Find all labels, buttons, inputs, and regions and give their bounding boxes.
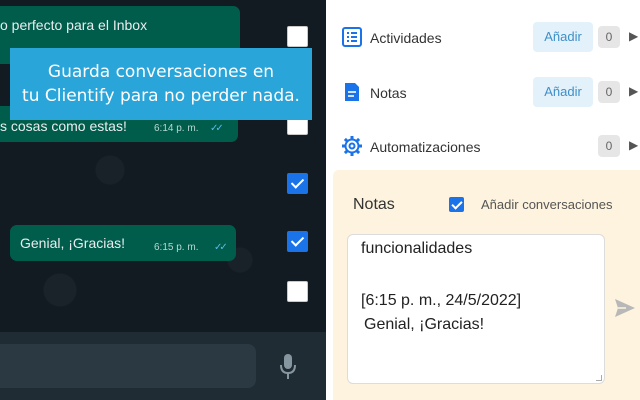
add-conversations-label: Añadir conversaciones (481, 197, 613, 212)
section-label: Automatizaciones (370, 139, 481, 155)
section-activities: Actividades Añadir 0 ▶ (333, 18, 640, 58)
message-input[interactable] (0, 344, 256, 388)
section-automations: Automatizaciones 0 ▶ (333, 127, 640, 167)
read-receipt-icon: ✓✓ (210, 123, 224, 134)
notes-form: Notas Añadir conversaciones funcionalida… (333, 170, 640, 400)
message-bubble[interactable]: Genial, ¡Gracias! 6:15 p. m. ✓✓ (10, 225, 236, 261)
note-line: [6:15 p. m., 24/5/2022] (361, 292, 522, 309)
note-textarea[interactable]: funcionalidades [6:15 p. m., 24/5/2022] … (347, 234, 605, 384)
message-time: 6:14 p. m. (154, 123, 199, 134)
list-icon (342, 27, 362, 47)
count-badge: 0 (598, 81, 620, 103)
expand-caret-icon[interactable]: ▶ (629, 138, 638, 152)
expand-caret-icon[interactable]: ▶ (629, 84, 638, 98)
message-select-checkbox[interactable] (287, 173, 308, 194)
chat-panel: o perfecto para el Inbox s cosas como es… (0, 0, 326, 400)
expand-caret-icon[interactable]: ▶ (629, 29, 638, 43)
note-line: funcionalidades (361, 240, 473, 257)
resize-handle-icon[interactable] (596, 375, 602, 381)
section-label: Notas (370, 85, 407, 101)
section-label: Actividades (370, 30, 442, 46)
message-select-checkbox[interactable] (287, 281, 308, 302)
message-select-checkbox[interactable] (287, 231, 308, 252)
notes-title: Notas (353, 196, 395, 213)
message-text: s cosas como estas! (0, 118, 127, 134)
message-text: o perfecto para el Inbox (0, 17, 148, 33)
message-time: 6:15 p. m. (154, 242, 199, 253)
add-conversations-checkbox[interactable] (449, 197, 464, 212)
count-badge: 0 (598, 135, 620, 157)
message-select-checkbox[interactable] (287, 26, 308, 47)
count-badge: 0 (598, 26, 620, 48)
gear-icon (342, 136, 362, 156)
message-text: Genial, ¡Gracias! (20, 235, 126, 251)
banner-line: tu Clientify para no perder nada. (22, 86, 300, 106)
add-note-button[interactable]: Añadir (533, 77, 593, 107)
section-notes: Notas Añadir 0 ▶ (333, 73, 640, 113)
read-receipt-icon: ✓✓ (214, 242, 228, 253)
add-activity-button[interactable]: Añadir (533, 22, 593, 52)
send-icon[interactable] (613, 296, 637, 320)
crm-panel: Actividades Añadir 0 ▶ Notas Añadir 0 ▶ (333, 0, 640, 400)
promo-banner: Guarda conversaciones en tu Clientify pa… (10, 48, 312, 120)
banner-line: Guarda conversaciones en (47, 62, 275, 82)
microphone-icon[interactable] (278, 352, 298, 382)
note-line: Genial, ¡Gracias! (364, 316, 485, 333)
document-icon (345, 83, 359, 101)
